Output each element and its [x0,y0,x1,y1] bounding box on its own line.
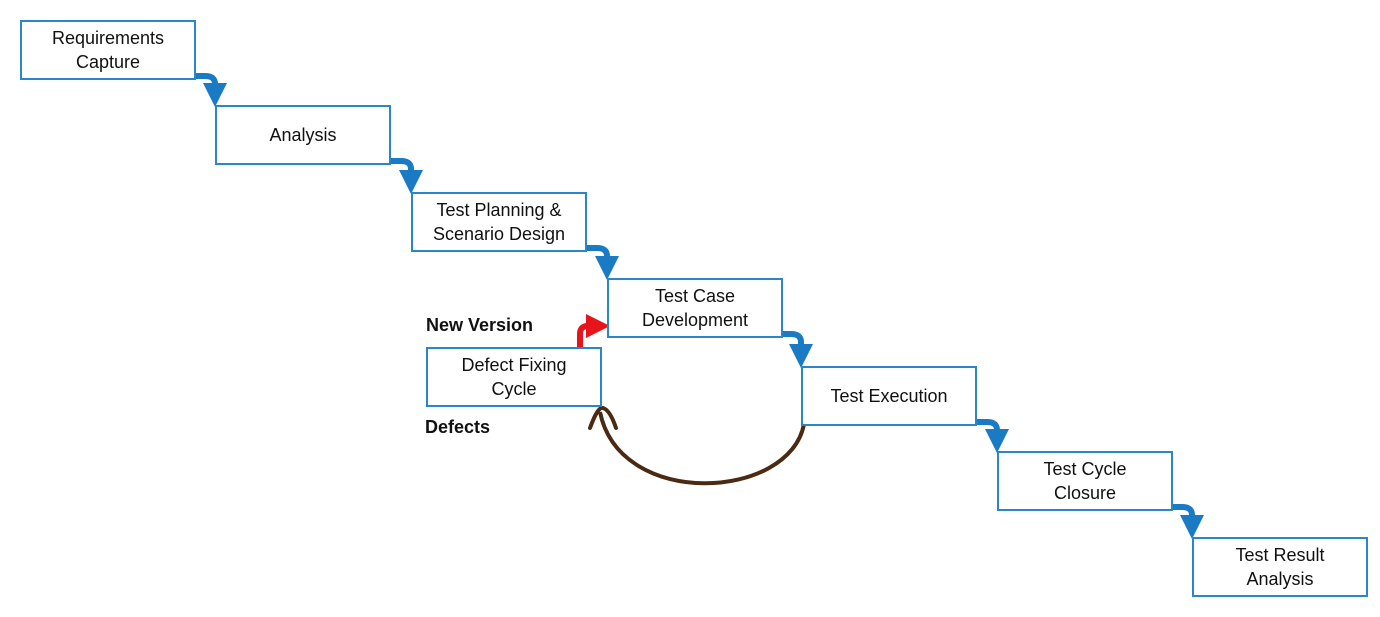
flow-arrow [783,331,813,368]
flow-arrow [977,419,1009,453]
step-test-cycle-closure: Test Cycle Closure [997,451,1173,511]
defects-arrow [598,411,806,486]
step-test-result-analysis: Test Result Analysis [1192,537,1368,597]
new-version-arrow [577,314,610,347]
flow-arrow [587,245,619,280]
defect-fixing-cycle-box: Defect Fixing Cycle [426,347,602,407]
flow-arrow [196,73,227,107]
new-version-label: New Version [426,315,534,335]
step-test-case-development: Test Case Development [607,278,783,338]
defects-arrowhead [588,405,618,430]
step-test-execution: Test Execution [801,366,977,426]
step-test-planning: Test Planning & Scenario Design [411,192,587,252]
step-analysis: Analysis [215,105,391,165]
step-requirements-capture: Requirements Capture [20,20,196,80]
defects-label: Defects [425,417,491,437]
flow-arrow [391,158,423,194]
flow-arrow [1173,504,1204,539]
